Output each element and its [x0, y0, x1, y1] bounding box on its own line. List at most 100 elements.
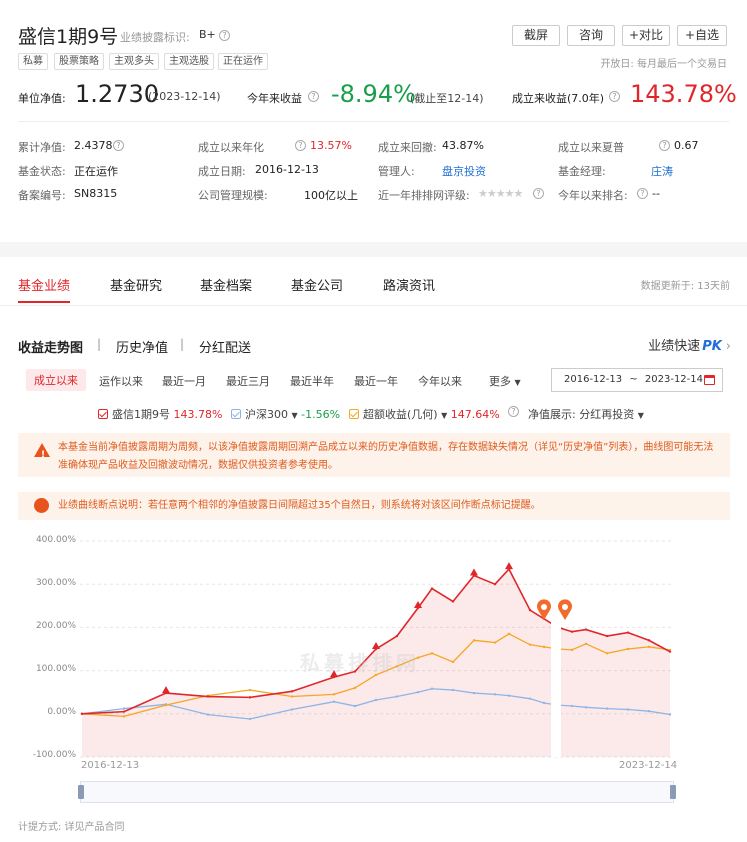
- active-tab-indicator: [18, 301, 70, 303]
- help-icon[interactable]: ?: [533, 188, 544, 199]
- pk-badge: PK: [702, 339, 722, 354]
- nav-display-select[interactable]: 净值展示: 分红再投资 ▼: [528, 406, 644, 422]
- data-point: [507, 632, 511, 636]
- legend-excess[interactable]: 超额收益(几何) ▼ 147.64%: [349, 406, 500, 422]
- info-label: 成立以来年化: [198, 141, 264, 154]
- event-marker-icon[interactable]: [505, 562, 513, 570]
- data-point: [80, 712, 84, 715]
- navigator-right-handle[interactable]: [670, 785, 676, 799]
- data-point: [542, 645, 546, 649]
- breakpoint-icon: [34, 498, 49, 513]
- data-point: [528, 643, 532, 646]
- help-icon[interactable]: ?: [508, 406, 519, 417]
- tab-roadshow[interactable]: 路演资讯: [383, 275, 435, 294]
- nav-date: (2023-12-14): [148, 90, 221, 103]
- data-update-time: 数据更新于: 13天前: [640, 281, 730, 292]
- tab-archive[interactable]: 基金档案: [200, 275, 252, 294]
- data-point: [164, 703, 168, 707]
- tag-4: 正在运作: [218, 53, 268, 70]
- range-1y[interactable]: 最近一年: [354, 373, 398, 389]
- legend-hs300[interactable]: 沪深300 ▼ -1.56%: [231, 406, 340, 422]
- data-point: [248, 688, 252, 692]
- data-point: [290, 695, 294, 698]
- data-point: [290, 708, 294, 711]
- consult-button[interactable]: 咨询: [567, 25, 615, 46]
- caret-down-icon: ▼: [514, 378, 521, 387]
- help-icon[interactable]: ?: [609, 91, 620, 102]
- data-point: [395, 695, 399, 698]
- nav-value: 1.2730: [75, 80, 159, 108]
- tab-company[interactable]: 基金公司: [291, 275, 343, 294]
- performance-card: 基金业绩 基金研究 基金档案 基金公司 路演资讯 数据更新于: 13天前 收益走…: [0, 257, 747, 842]
- since-label: 成立来收益(7.0年): [512, 92, 605, 105]
- y-tick-label: 200.00%: [35, 621, 76, 631]
- performance-chart[interactable]: [80, 533, 674, 759]
- data-point: [584, 628, 588, 631]
- data-point: [605, 634, 609, 638]
- help-icon[interactable]: ?: [308, 91, 319, 102]
- data-point: [542, 701, 546, 705]
- data-point: [430, 587, 434, 590]
- info-label: 成立来回撤:: [378, 141, 437, 154]
- info-value[interactable]: 庄涛: [651, 163, 673, 179]
- navigator-left-handle[interactable]: [78, 785, 84, 799]
- legend-fund[interactable]: 盛信1期9号 143.78%: [98, 406, 222, 422]
- help-icon[interactable]: ?: [295, 140, 306, 151]
- date-range-picker[interactable]: 2016-12-13 ~ 2023-12-14: [551, 368, 723, 392]
- help-icon[interactable]: ?: [637, 188, 648, 199]
- data-point: [416, 691, 420, 694]
- range-6m[interactable]: 最近半年: [290, 373, 334, 389]
- subtab-trend[interactable]: 收益走势图: [18, 337, 83, 356]
- disclosure-label: 业绩披露标识:: [120, 31, 190, 44]
- range-ytd[interactable]: 今年以来: [418, 373, 462, 389]
- info-value: 43.87%: [442, 139, 484, 152]
- info-value: SN8315: [74, 187, 118, 200]
- data-point: [605, 652, 609, 655]
- x-tick-label: 2016-12-13: [81, 760, 140, 771]
- legend-fund-name: 盛信1期9号: [112, 408, 170, 421]
- disclosure-value: B+: [199, 28, 216, 41]
- help-icon[interactable]: ?: [219, 30, 230, 41]
- help-icon[interactable]: ?: [659, 140, 670, 151]
- subtab-history-nav[interactable]: 历史净值: [116, 337, 168, 356]
- event-marker-icon[interactable]: [162, 686, 170, 694]
- data-point: [493, 641, 497, 644]
- data-point: [290, 690, 294, 693]
- data-point: [668, 713, 672, 716]
- range-more-label: 更多: [489, 375, 511, 388]
- range-navigator[interactable]: [78, 781, 676, 803]
- screenshot-button[interactable]: 截屏: [512, 25, 560, 46]
- data-point: [206, 713, 210, 716]
- tab-research[interactable]: 基金研究: [110, 275, 162, 294]
- info-label: 成立日期:: [198, 165, 246, 178]
- info-label: 备案编号:: [18, 189, 66, 202]
- tab-performance[interactable]: 基金业绩: [18, 275, 70, 294]
- range-since-inception[interactable]: 成立以来: [26, 369, 86, 391]
- data-point: [353, 704, 357, 708]
- tag-0: 私募: [18, 53, 48, 70]
- data-point: [451, 688, 455, 692]
- info-label: 近一年排排网评级:: [378, 189, 470, 202]
- watch-button[interactable]: +自选: [677, 25, 727, 46]
- data-point: [528, 697, 532, 700]
- date-to: 2023-12-14: [644, 374, 704, 385]
- range-since-operation[interactable]: 运作以来: [99, 373, 143, 389]
- notice-breakpoint-text: 业绩曲线断点说明：若任意两个相邻的净值披露日间隔超过35个自然日，则系统将对该区…: [58, 500, 541, 511]
- info-value[interactable]: 盘京投资: [442, 163, 486, 179]
- date-from: 2016-12-13: [564, 374, 623, 385]
- range-more[interactable]: 更多 ▼: [489, 373, 521, 389]
- info-value: --: [652, 187, 660, 200]
- compare-button[interactable]: +对比: [622, 25, 670, 46]
- event-marker-icon[interactable]: [470, 568, 478, 576]
- quick-pk-link[interactable]: 业绩快速 PK ›: [648, 335, 731, 354]
- data-point: [206, 695, 210, 698]
- range-3m[interactable]: 最近三月: [226, 373, 270, 389]
- chevron-right-icon: ›: [725, 339, 731, 354]
- divider: [0, 305, 747, 306]
- subtab-dividend[interactable]: 分红配送: [199, 337, 251, 356]
- data-point: [122, 710, 126, 713]
- range-1m[interactable]: 最近一月: [162, 373, 206, 389]
- y-tick-label: 300.00%: [35, 578, 76, 588]
- y-tick-label: 100.00%: [35, 664, 76, 674]
- help-icon[interactable]: ?: [113, 140, 124, 151]
